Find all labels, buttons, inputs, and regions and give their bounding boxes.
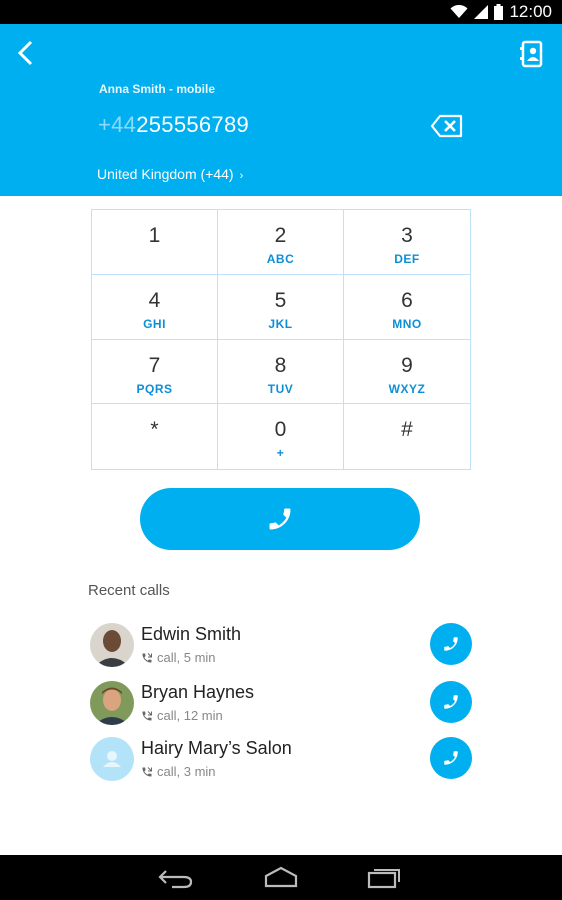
country-selector[interactable]: United Kingdom (+44) › xyxy=(97,166,243,182)
phone-icon xyxy=(269,508,291,530)
phone-number-digits: 255556789 xyxy=(136,112,250,137)
recent-call-row[interactable]: Edwin Smith call, 5 min xyxy=(88,623,472,673)
key-5[interactable]: 5 JKL xyxy=(218,274,344,340)
key-digit: 3 xyxy=(401,224,413,247)
contact-name: Hairy Mary’s Salon xyxy=(141,738,292,758)
call-log-icon xyxy=(142,652,152,662)
avatar-placeholder xyxy=(90,737,134,781)
avatar xyxy=(90,623,134,667)
back-button[interactable] xyxy=(12,38,42,68)
call-detail-text: call, 3 min xyxy=(157,764,216,779)
key-letters: DEF xyxy=(394,252,420,266)
key-letters: PQRS xyxy=(136,381,173,396)
key-digit: 5 xyxy=(274,288,287,312)
key-6[interactable]: 6 MNO xyxy=(344,275,470,340)
call-log-icon xyxy=(142,766,152,776)
chevron-right-icon: › xyxy=(239,170,244,182)
key-digit: 4 xyxy=(148,288,161,312)
phone-icon xyxy=(444,695,458,709)
battery-icon xyxy=(494,4,504,20)
avatar xyxy=(90,681,134,725)
key-star[interactable]: * xyxy=(92,404,218,469)
key-digit: 6 xyxy=(401,288,413,312)
back-nav-icon[interactable] xyxy=(158,865,194,889)
key-letters: ABC xyxy=(266,252,295,266)
key-digit: 7 xyxy=(148,353,161,377)
contact-name: Bryan Haynes xyxy=(141,682,255,702)
country-label: United Kingdom (+44) xyxy=(97,166,234,182)
key-digit: 2 xyxy=(274,224,287,247)
recent-call-row[interactable]: Hairy Mary’s Salon call, 3 min xyxy=(88,737,472,787)
key-digit: 9 xyxy=(401,353,413,377)
key-letters: GHI xyxy=(143,316,166,331)
recent-call-button[interactable] xyxy=(430,623,472,665)
status-icons: 12:00 xyxy=(450,2,552,22)
call-detail: call, 3 min xyxy=(141,764,216,779)
key-letters: WXYZ xyxy=(388,381,426,396)
key-digit: * xyxy=(150,418,159,442)
key-digit: 8 xyxy=(274,353,287,377)
key-3[interactable]: 3 DEF xyxy=(344,210,470,275)
phone-number-display[interactable]: +44255556789 xyxy=(98,112,249,138)
status-bar: 12:00 xyxy=(0,0,562,24)
recent-call-row[interactable]: Bryan Haynes call, 12 min xyxy=(88,681,472,731)
dial-keypad: 1 2 ABC 3 DEF 4 GHI 5 JKL 6 MNO 7 PQRS 8 TUV 9 W… xyxy=(91,209,471,470)
chevron-left-icon xyxy=(17,40,33,66)
key-digit: 1 xyxy=(148,224,161,247)
key-9[interactable]: 9 WXYZ xyxy=(344,340,470,405)
key-2[interactable]: 2 ABC xyxy=(218,210,344,275)
key-letters: JKL xyxy=(268,316,293,331)
call-detail-text: call, 12 min xyxy=(157,708,223,723)
phone-icon xyxy=(444,637,458,651)
call-detail: call, 5 min xyxy=(141,650,216,665)
key-letters: + xyxy=(276,446,285,461)
call-button[interactable] xyxy=(140,488,420,550)
caller-label: Anna Smith - mobile xyxy=(99,82,216,96)
recent-calls-heading: Recent calls xyxy=(88,582,170,599)
key-hash[interactable]: # xyxy=(344,404,470,469)
key-7[interactable]: 7 PQRS xyxy=(92,339,218,405)
key-8[interactable]: 8 TUV xyxy=(218,339,344,405)
backspace-button[interactable] xyxy=(430,114,464,138)
key-0[interactable]: 0 + xyxy=(218,404,344,469)
address-book-icon xyxy=(520,40,543,68)
backspace-icon xyxy=(430,114,463,138)
key-letters: TUV xyxy=(267,381,294,396)
contacts-button[interactable] xyxy=(520,40,544,68)
wifi-icon xyxy=(450,5,468,18)
signal-icon xyxy=(474,5,489,19)
recent-call-button[interactable] xyxy=(430,737,472,779)
key-1[interactable]: 1 xyxy=(92,210,218,275)
key-digit: 0 xyxy=(274,418,287,442)
dialer-header: Anna Smith - mobile +44255556789 United … xyxy=(0,24,562,196)
clock: 12:00 xyxy=(509,2,552,21)
country-code-prefix: +44 xyxy=(98,112,137,137)
recent-call-button[interactable] xyxy=(430,681,472,723)
phone-icon xyxy=(444,751,458,765)
call-detail-text: call, 5 min xyxy=(157,650,216,665)
key-4[interactable]: 4 GHI xyxy=(92,274,218,340)
key-letters: MNO xyxy=(392,316,422,331)
recents-nav-icon[interactable] xyxy=(366,865,402,889)
contact-name: Edwin Smith xyxy=(141,624,242,644)
navigation-bar xyxy=(0,855,562,900)
call-log-icon xyxy=(142,710,152,720)
call-detail: call, 12 min xyxy=(141,708,223,723)
key-digit: # xyxy=(401,418,413,442)
home-nav-icon[interactable] xyxy=(263,865,299,889)
